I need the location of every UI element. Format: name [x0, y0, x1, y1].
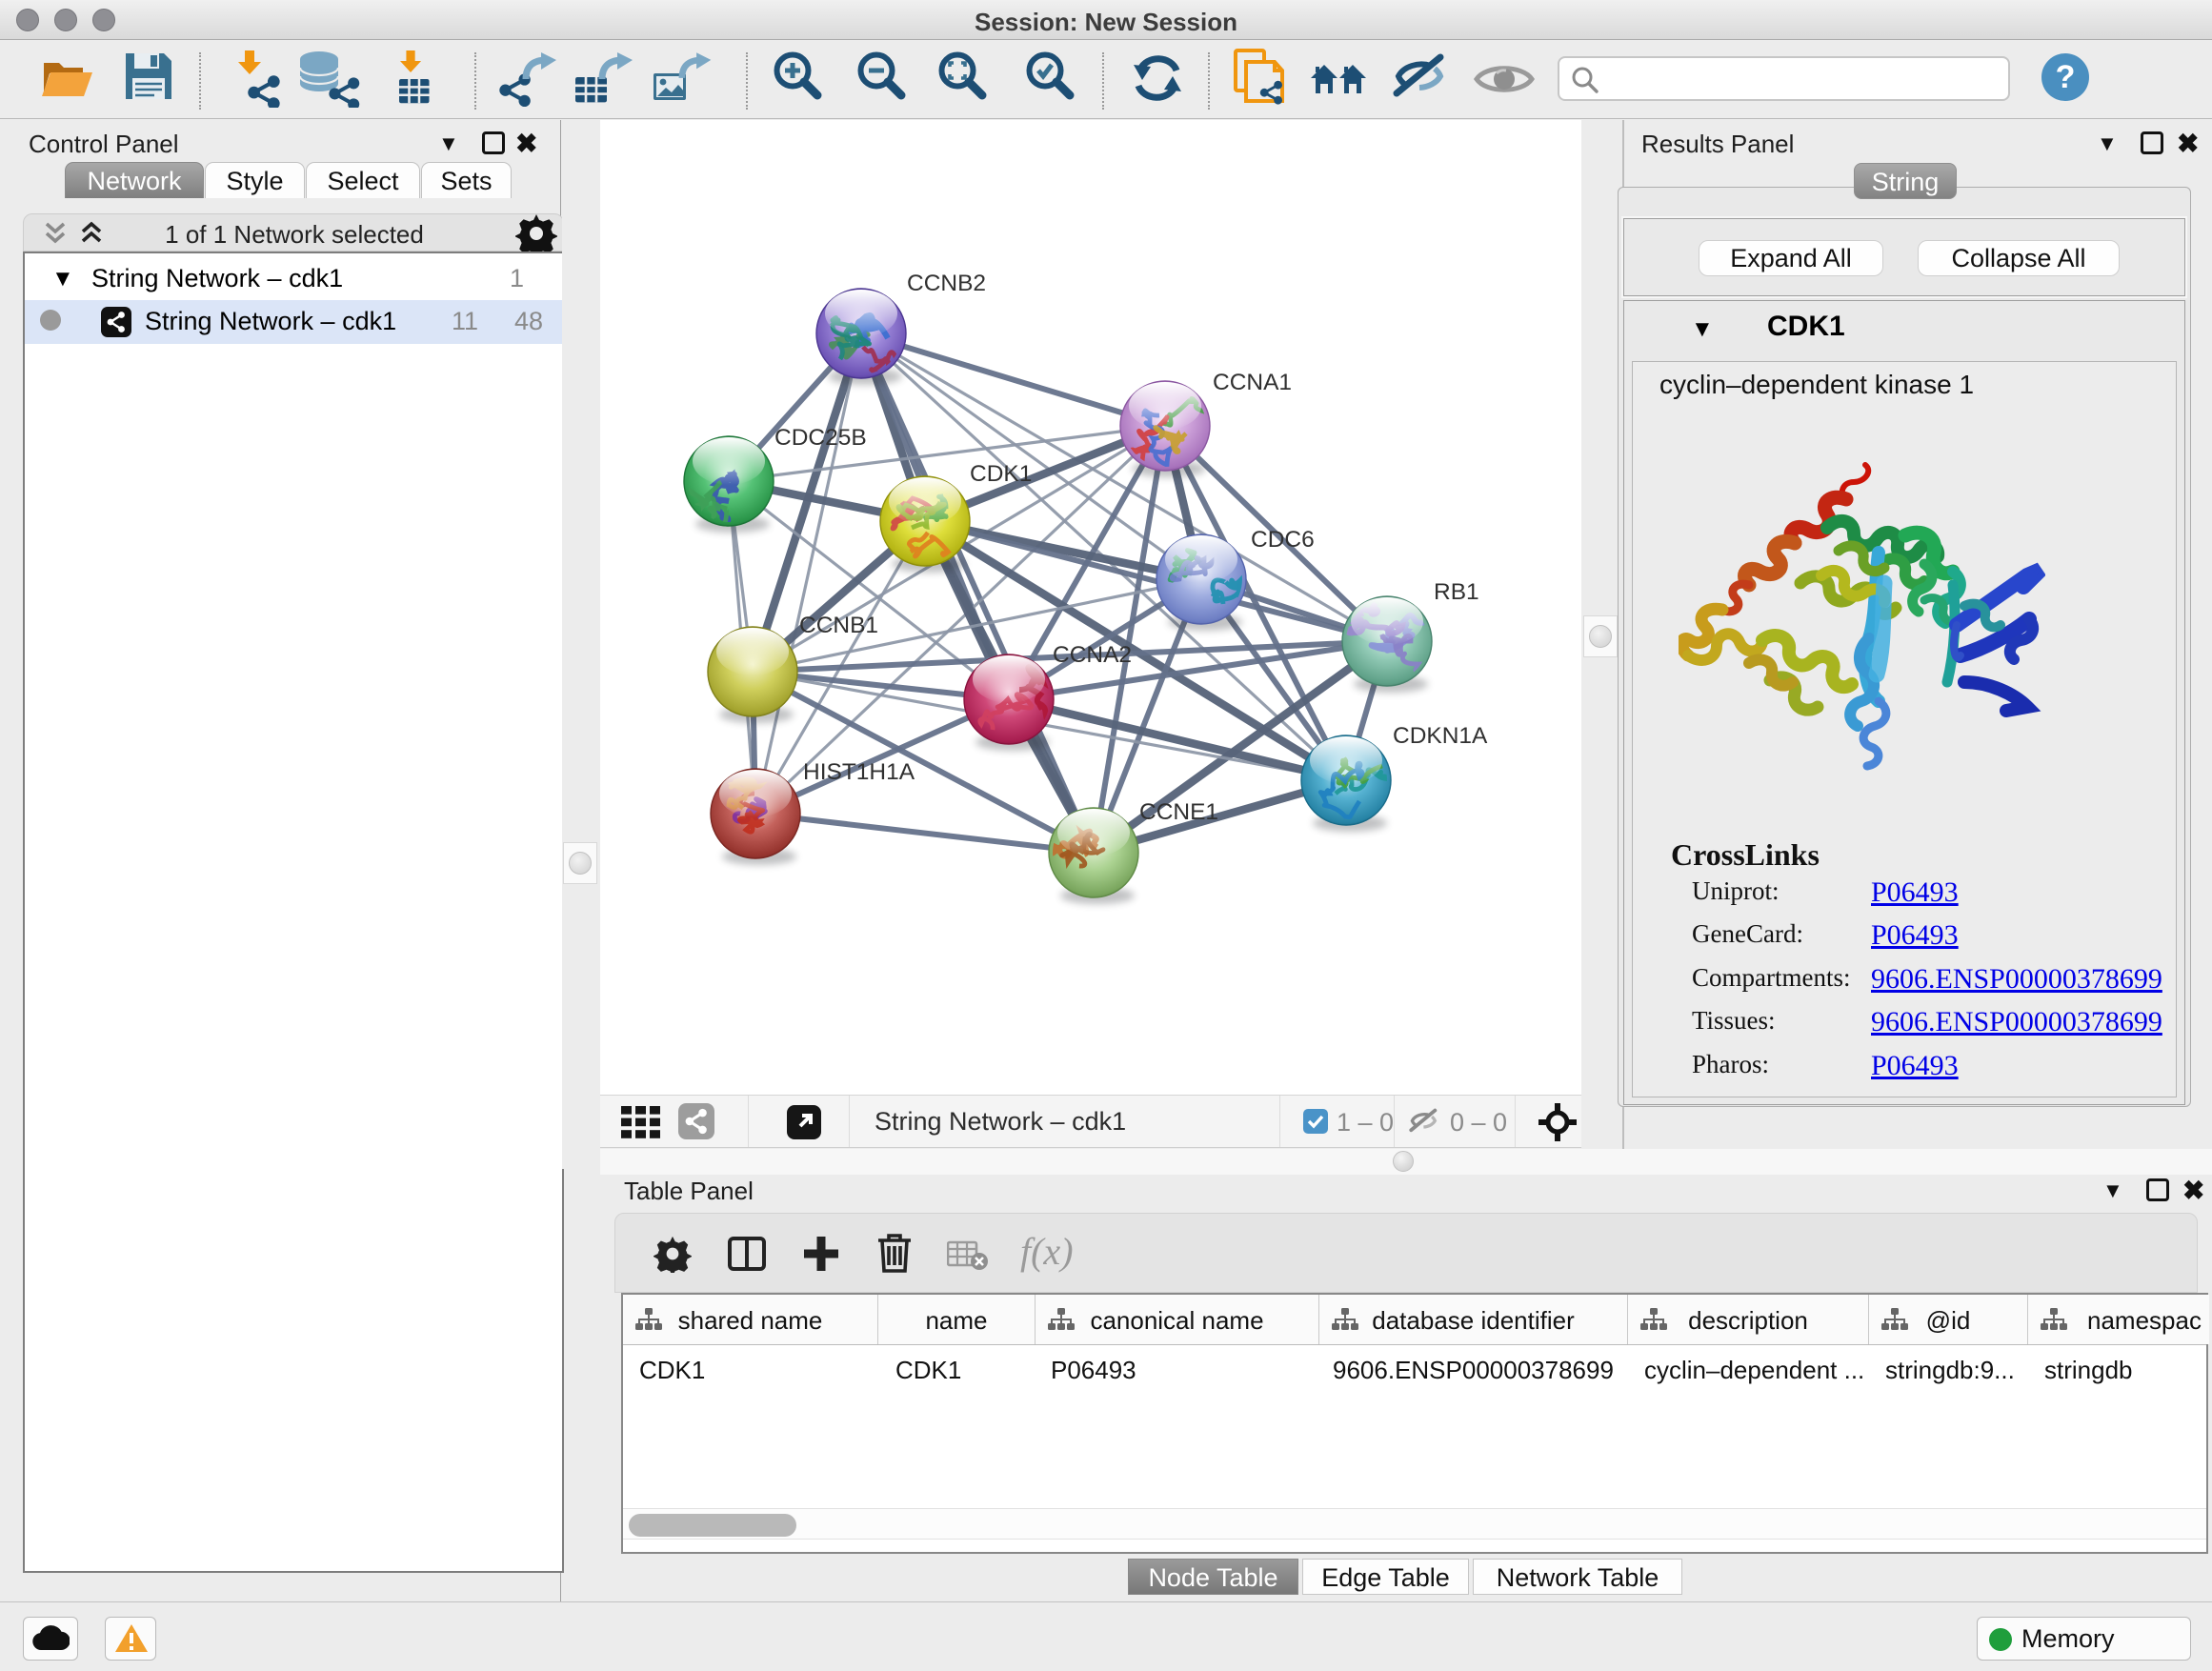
- svg-text:CDC25B: CDC25B: [774, 425, 867, 451]
- svg-text:CCNA1: CCNA1: [1213, 370, 1292, 395]
- svg-text:CCNB2: CCNB2: [907, 271, 986, 296]
- svg-text:CDC6: CDC6: [1251, 527, 1315, 553]
- svg-text:CDK1: CDK1: [970, 461, 1032, 487]
- svg-text:HIST1H1A: HIST1H1A: [803, 759, 915, 785]
- svg-text:CCNE1: CCNE1: [1139, 799, 1218, 825]
- svg-text:CCNA2: CCNA2: [1053, 642, 1132, 668]
- svg-text:CDKN1A: CDKN1A: [1393, 723, 1488, 749]
- svg-text:RB1: RB1: [1434, 579, 1479, 605]
- svg-text:CCNB1: CCNB1: [799, 613, 878, 638]
